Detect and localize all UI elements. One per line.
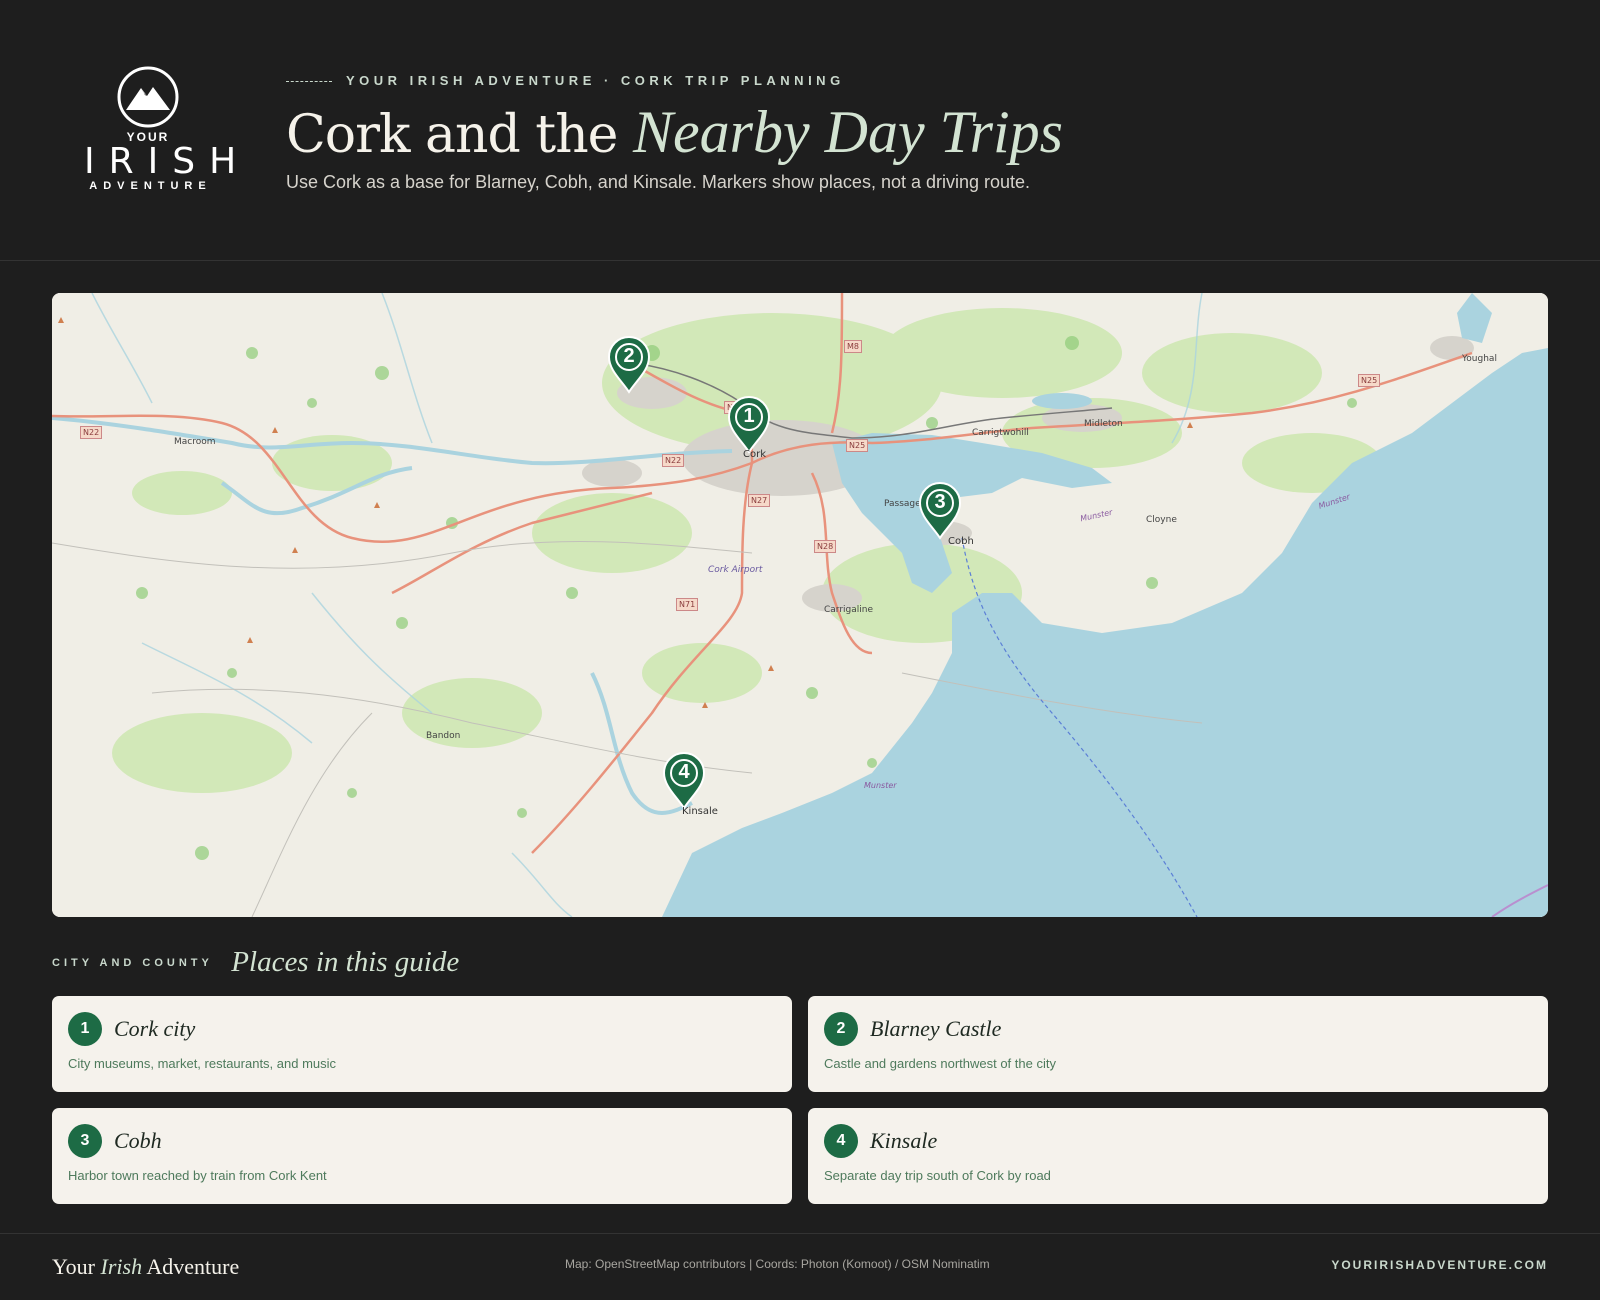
places-title: Places in this guide (231, 946, 460, 978)
town-label: Youghal (1462, 354, 1497, 364)
brand-italic: Irish (100, 1254, 143, 1279)
place-number-badge: 1 (68, 1012, 102, 1046)
airport-label: Cork Airport (708, 565, 763, 575)
place-card-cork-city[interactable]: 1 Cork city City museums, market, restau… (52, 996, 792, 1092)
road-shield: M8 (844, 340, 862, 353)
town-label: Carrigaline (824, 605, 874, 615)
place-card-cobh[interactable]: 3 Cobh Harbor town reached by train from… (52, 1108, 792, 1204)
place-name: Cobh (114, 1128, 162, 1153)
place-card-blarney-castle[interactable]: 2 Blarney Castle Castle and gardens nort… (808, 996, 1548, 1092)
town-label: Carrigtwohill (972, 428, 1029, 438)
map-panel[interactable]: Macroom Youghal Midleton Carrigtwohill P… (52, 293, 1548, 917)
place-description: Harbor town reached by train from Cork K… (68, 1168, 327, 1183)
marker-label: Cork (743, 449, 767, 460)
brand-part: Your (52, 1254, 101, 1279)
place-description: Castle and gardens northwest of the city (824, 1056, 1056, 1071)
places-heading: CITY AND COUNTY Places in this guide (52, 946, 459, 979)
road-shield: N22 (80, 426, 103, 439)
footer-brand[interactable]: Your Irish Adventure (52, 1254, 239, 1280)
title-plain: Cork and the (286, 105, 633, 165)
marker-label: Cobh (948, 536, 974, 547)
marker-number: 2 (623, 345, 635, 367)
map-marker-1[interactable]: 1 (727, 396, 771, 454)
eyebrow-rule (286, 81, 332, 83)
place-number-badge: 4 (824, 1124, 858, 1158)
place-card-kinsale[interactable]: 4 Kinsale Separate day trip south of Cor… (808, 1108, 1548, 1204)
logo-adventure: ADVENTURE (89, 180, 212, 192)
page-subtitle: Use Cork as a base for Blarney, Cobh, an… (286, 172, 1031, 192)
town-label: Macroom (174, 437, 216, 447)
page-header: YOUR IRISH ADVENTURE YOUR IRISH ADVENTUR… (0, 0, 1600, 261)
road-shield: N25 (846, 439, 869, 452)
page-footer: Your Irish Adventure Map: OpenStreetMap … (0, 1233, 1600, 1300)
road-shield: N71 (676, 598, 699, 611)
town-label: Bandon (426, 731, 461, 741)
place-number-badge: 2 (824, 1012, 858, 1046)
site-link[interactable]: YOURIRISHADVENTURE.COM (1331, 1258, 1548, 1272)
title-italic: Nearby Day Trips (633, 99, 1064, 165)
place-number-badge: 3 (68, 1124, 102, 1158)
map-credits: Map: OpenStreetMap contributors | Coords… (565, 1257, 990, 1271)
marker-label: Kinsale (682, 806, 718, 817)
logo-irish: IRISH (84, 141, 251, 182)
map-marker-4[interactable]: 4 (662, 752, 706, 810)
map-marker-3[interactable]: 3 (918, 482, 962, 540)
sea-label: Munster (864, 781, 897, 790)
eyebrow-text: YOUR IRISH ADVENTURE · CORK TRIP PLANNIN… (346, 73, 845, 88)
place-name: Kinsale (870, 1128, 938, 1153)
marker-number: 4 (678, 761, 690, 783)
road-shield: N28 (814, 540, 837, 553)
place-name: Cork city (114, 1016, 196, 1041)
place-description: Separate day trip south of Cork by road (824, 1168, 1051, 1183)
map-basemap[interactable] (52, 293, 1548, 917)
header-eyebrow: YOUR IRISH ADVENTURE · CORK TRIP PLANNIN… (286, 73, 845, 88)
place-name: Blarney Castle (870, 1016, 1002, 1041)
town-label: Cloyne (1146, 515, 1177, 525)
marker-number: 3 (934, 491, 946, 513)
road-shield: N27 (748, 494, 771, 507)
road-shield: N25 (1358, 374, 1381, 387)
road-shield: N22 (662, 454, 685, 467)
brand-part: Adventure (142, 1254, 240, 1279)
mountain-logo-icon (117, 66, 179, 128)
town-label: Midleton (1084, 419, 1123, 429)
logo[interactable]: YOUR IRISH ADVENTURE (72, 66, 251, 196)
map-marker-2[interactable]: 2 (607, 336, 651, 394)
marker-number: 1 (743, 405, 755, 427)
place-description: City museums, market, restaurants, and m… (68, 1056, 337, 1071)
page-title: Cork and the Nearby Day Trips (286, 98, 1063, 167)
places-eyebrow: CITY AND COUNTY (52, 956, 213, 969)
